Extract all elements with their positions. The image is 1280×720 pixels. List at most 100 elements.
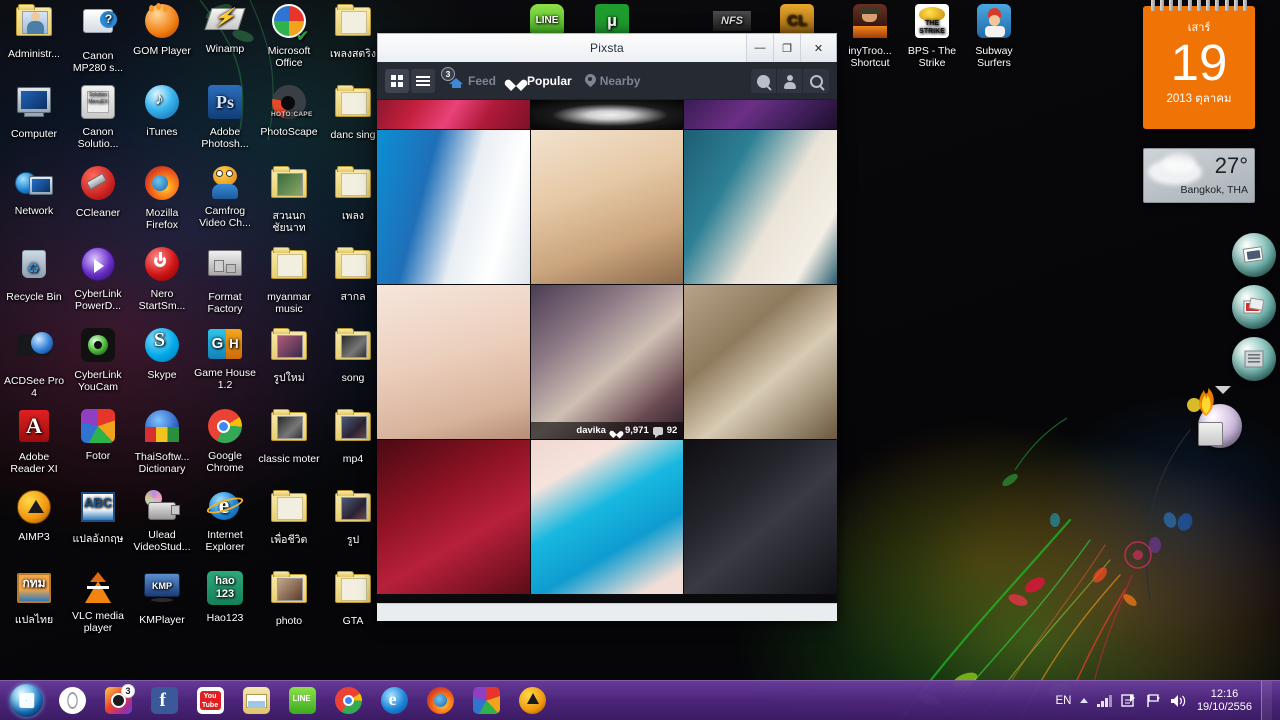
pixsta-photo-grid[interactable]: davika 9,971 92 <box>377 100 837 621</box>
search-button[interactable] <box>803 69 829 93</box>
desktop-icon-5-2[interactable]: HOTO:CAPE PhotoScape <box>257 83 321 138</box>
photo-tile[interactable] <box>684 130 837 284</box>
desktop-icon-5-8[interactable]: photo <box>257 569 321 627</box>
weather-gadget[interactable]: 27° Bangkok, THA <box>1143 148 1255 203</box>
photo-tile[interactable] <box>530 130 684 284</box>
dock-album-orb[interactable] <box>1232 285 1276 329</box>
taskbar[interactable]: 3 f You Tube LINE e EN 12:16 19/10/2556 <box>0 680 1280 720</box>
network-flag-icon[interactable] <box>1146 693 1161 708</box>
desktop-icon-3-5[interactable]: S Skype <box>130 326 194 381</box>
photo-tile[interactable] <box>377 285 530 439</box>
taskbar-item-aimp3[interactable] <box>510 682 554 720</box>
close-button[interactable]: ✕ <box>800 34 836 62</box>
desktop-icon-5-1[interactable]: ✔ Microsoft Office <box>257 2 321 69</box>
network-signal-icon[interactable] <box>1097 694 1112 707</box>
desktop-icon-1-7[interactable]: AIMP3 <box>2 488 66 543</box>
maximize-button[interactable]: ❐ <box>773 34 800 62</box>
desktop-icon-6-2[interactable]: danc sing <box>321 83 385 141</box>
taskbar-item-facebook[interactable]: f <box>142 682 186 720</box>
start-button[interactable] <box>3 683 49 719</box>
desktop-icon-6-7[interactable]: รูป <box>321 488 385 546</box>
photo-tile[interactable] <box>530 440 684 594</box>
desktop-icon-4-6[interactable]: Google Chrome <box>193 407 257 474</box>
photo-tile[interactable] <box>377 130 530 284</box>
activity-button[interactable] <box>751 69 777 93</box>
desktop-icon-6-6[interactable]: mp4 <box>321 407 385 465</box>
taskbar-item-fotor[interactable] <box>464 682 508 720</box>
profile-button[interactable] <box>777 69 803 93</box>
desktop-icon-6-1[interactable]: เพลงสตริง <box>321 2 385 60</box>
photo-tile[interactable] <box>530 100 684 129</box>
desktop-icon-3-2[interactable]: ♪ iTunes <box>130 83 194 138</box>
list-view-button[interactable] <box>411 68 435 93</box>
desktop-icon-3-7[interactable]: Ulead VideoStud... <box>130 488 194 553</box>
grid-view-button[interactable] <box>385 68 409 93</box>
dock-notes-orb[interactable] <box>1232 337 1276 381</box>
calendar-gadget[interactable]: เสาร์ 19 2013 ตุลาคม <box>1143 0 1255 129</box>
desktop-icon-4-4[interactable]: Format Factory <box>193 245 257 315</box>
desktop-icon-5-3[interactable]: สวนนกชัยนาท <box>257 164 321 234</box>
desktop-icon-2-7[interactable]: ABC แปลอังกฤษ <box>66 488 130 545</box>
desktop-icon-4-3[interactable]: Camfrog Video Ch... <box>193 164 257 229</box>
taskbar-item-internet-explorer[interactable]: e <box>372 682 416 720</box>
desktop-icon-4-8[interactable]: hao 123 Hao123 <box>193 569 257 624</box>
desktop-icon-1-2[interactable]: Computer <box>2 83 66 140</box>
nav-tab-popular[interactable]: Popular <box>509 74 572 88</box>
taskbar-item-chrome[interactable] <box>326 682 370 720</box>
desktop-icon-3-8[interactable]: KMP KMPlayer <box>130 569 194 626</box>
taskbar-item-youtube[interactable]: You Tube <box>188 682 232 720</box>
desktop-icon-2-8[interactable]: VLC media player <box>66 569 130 634</box>
volume-icon[interactable] <box>1170 694 1186 708</box>
taskbar-item-line[interactable]: LINE <box>280 682 324 720</box>
desktop-icon-6-4[interactable]: สากล <box>321 245 385 303</box>
desktop-icon-2-6[interactable]: Fotor <box>66 407 130 462</box>
desktop-icon-3-4[interactable]: Nero StartSm... <box>130 245 194 312</box>
nav-tab-nearby[interactable]: Nearby <box>585 74 640 88</box>
photo-tile[interactable] <box>377 100 530 129</box>
desktop-icon-3-1[interactable]: GOM Player <box>130 2 194 57</box>
desktop-icon-2-1[interactable]: ? Canon MP280 s... <box>66 2 130 74</box>
desktop-icon-1-5[interactable]: ACDSee Pro 4 <box>2 326 66 399</box>
minimize-button[interactable]: — <box>746 34 773 62</box>
desktop-icon-4-1[interactable]: ⚡ Winamp <box>193 2 257 55</box>
desktop-icon-1-1[interactable]: Administr... <box>2 2 66 60</box>
desktop-icon-5-4[interactable]: myanmar music <box>257 245 321 315</box>
desktop-shortcut-top-7[interactable]: Subway Surfers <box>962 2 1026 69</box>
pixsta-titlebar[interactable]: Pixsta — ❐ ✕ <box>377 33 837 62</box>
desktop-shortcut-top-5[interactable]: inyTroo... Shortcut <box>838 2 902 69</box>
taskbar-item-firefox[interactable] <box>418 682 462 720</box>
photo-tile[interactable] <box>684 440 837 594</box>
desktop-icon-4-2[interactable]: Ps Adobe Photosh... <box>193 83 257 150</box>
desktop-icon-2-2[interactable]: Solution MenuEX Canon Solutio... <box>66 83 130 150</box>
desktop-icon-6-3[interactable]: เพลง <box>321 164 385 222</box>
desktop-icon-4-5[interactable]: G H Game House 1.2 <box>193 326 257 391</box>
desktop-icon-2-3[interactable]: CCleaner <box>66 164 130 219</box>
desktop-icon-6-5[interactable]: song <box>321 326 385 384</box>
show-desktop-button[interactable] <box>1261 680 1272 720</box>
desktop-icon-2-5[interactable]: CyberLink YouCam <box>66 326 130 393</box>
taskbar-item-explorer[interactable] <box>234 682 278 720</box>
taskbar-item-opera[interactable] <box>50 682 94 720</box>
photo-tile[interactable] <box>684 100 837 129</box>
desktop-icon-4-7[interactable]: e Internet Explorer <box>193 488 257 553</box>
desktop-icon-6-8[interactable]: GTA <box>321 569 385 627</box>
nav-tab-feed[interactable]: 3 Feed <box>441 66 496 88</box>
pixsta-window[interactable]: Pixsta — ❐ ✕ 3 Feed Popular Nearby davik… <box>377 33 837 621</box>
clock[interactable]: 12:16 19/10/2556 <box>1197 688 1252 714</box>
desktop-icon-5-5[interactable]: รูปใหม่ <box>257 326 321 384</box>
photo-tile[interactable]: davika 9,971 92 <box>530 285 684 439</box>
desktop-icon-3-6[interactable]: ThaiSoftw... Dictionary <box>130 407 194 475</box>
desktop-icon-2-4[interactable]: CyberLink PowerD... <box>66 245 130 312</box>
desktop-icon-5-6[interactable]: classic moter <box>257 407 321 465</box>
dock-photos-orb[interactable] <box>1232 233 1276 277</box>
taskbar-item-instagram[interactable]: 3 <box>96 682 140 720</box>
tray-language[interactable]: EN <box>1055 695 1071 707</box>
photo-tile[interactable] <box>377 440 530 594</box>
photo-tile[interactable] <box>684 285 837 439</box>
desktop-icon-1-8[interactable]: กทม แปลไทย <box>2 569 66 626</box>
desktop-icon-5-7[interactable]: เพื่อชีวิต <box>257 488 321 546</box>
tray-expand-icon[interactable] <box>1080 698 1089 703</box>
desktop-icon-1-4[interactable]: ♻ Recycle Bin <box>2 245 66 303</box>
desktop-shortcut-top-6[interactable]: THE STRIKE BPS - The Strike <box>900 2 964 69</box>
desktop-icon-1-6[interactable]: A Adobe Reader XI <box>2 407 66 475</box>
